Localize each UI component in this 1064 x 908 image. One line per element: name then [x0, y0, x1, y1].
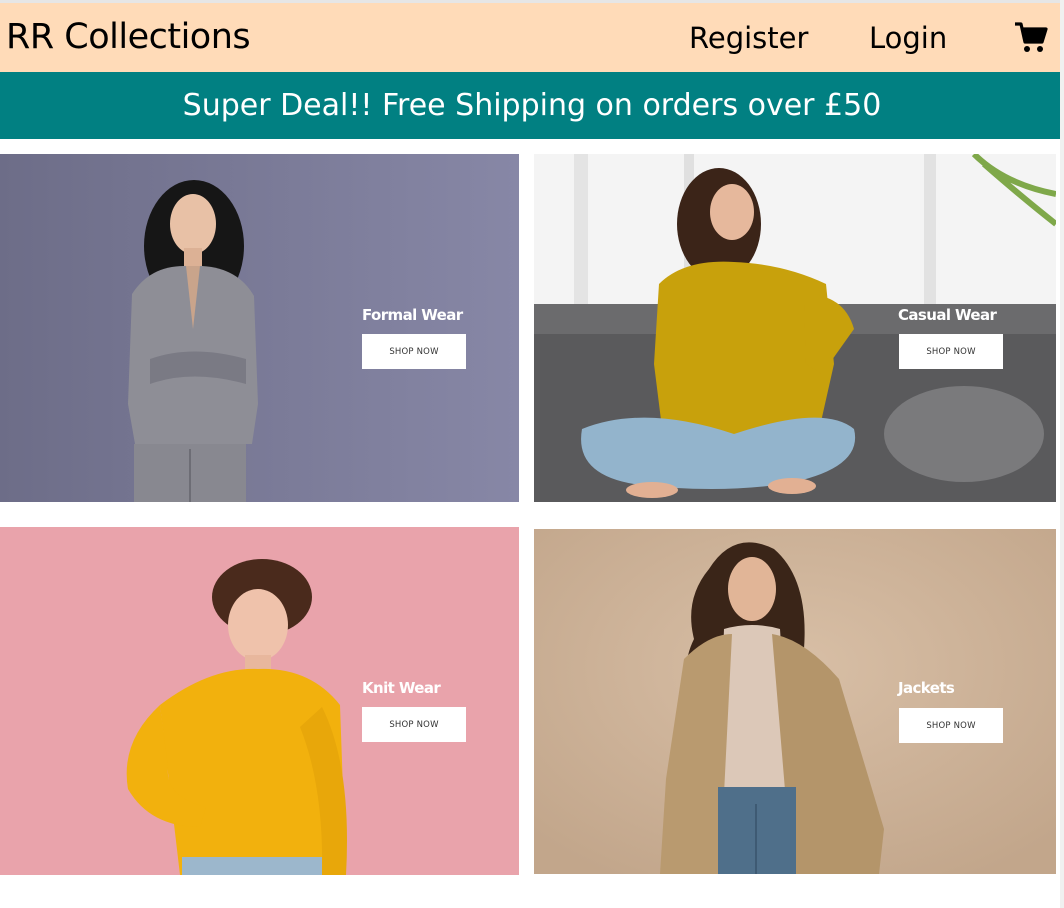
formal-wear-photo — [0, 154, 519, 502]
category-title: Jackets — [898, 679, 955, 697]
shop-now-button[interactable]: SHOP NOW — [899, 334, 1003, 369]
category-title: Casual Wear — [898, 306, 997, 324]
category-title: Formal Wear — [362, 306, 463, 324]
category-card-casual-wear[interactable]: Casual Wear SHOP NOW — [534, 154, 1056, 502]
promo-banner: Super Deal!! Free Shipping on orders ove… — [0, 72, 1064, 139]
navbar: RR Collections Register Login — [0, 3, 1064, 72]
shop-now-button[interactable]: SHOP NOW — [362, 334, 466, 369]
casual-wear-photo — [534, 154, 1056, 502]
shop-now-button[interactable]: SHOP NOW — [899, 708, 1003, 743]
scrollbar[interactable] — [1060, 0, 1064, 908]
jackets-photo — [534, 529, 1056, 874]
register-link[interactable]: Register — [689, 20, 808, 56]
category-card-jackets[interactable]: Jackets SHOP NOW — [534, 529, 1056, 874]
brand-logo[interactable]: RR Collections — [6, 17, 251, 57]
shopping-cart-icon[interactable] — [1014, 22, 1048, 54]
category-title: Knit Wear — [362, 679, 441, 697]
login-link[interactable]: Login — [869, 20, 947, 56]
shop-now-button[interactable]: SHOP NOW — [362, 707, 466, 742]
category-card-formal-wear[interactable]: Formal Wear SHOP NOW — [0, 154, 519, 502]
category-card-knit-wear[interactable]: Knit Wear SHOP NOW — [0, 527, 519, 875]
knit-wear-photo — [0, 527, 519, 875]
